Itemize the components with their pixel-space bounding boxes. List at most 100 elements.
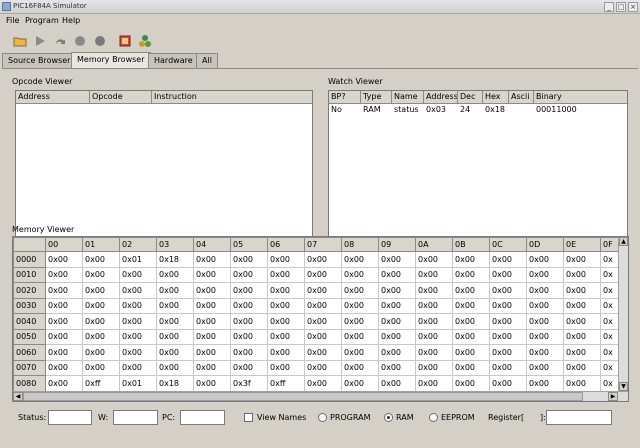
memory-cell[interactable]: 0x00 xyxy=(156,359,194,376)
column-header[interactable]: Opcode xyxy=(90,91,152,104)
menu-help[interactable]: Help xyxy=(62,16,80,25)
memory-cell[interactable]: 0x00 xyxy=(156,297,194,314)
reset-button[interactable] xyxy=(92,33,107,48)
memory-cell[interactable]: 0x00 xyxy=(452,282,490,299)
memory-cell[interactable]: 0x00 xyxy=(82,344,120,361)
column-header[interactable]: Address xyxy=(16,91,90,104)
memory-cell[interactable]: 0x00 xyxy=(45,344,83,361)
memory-cell[interactable]: 0x00 xyxy=(82,328,120,345)
memory-cell[interactable]: 0x00 xyxy=(156,313,194,330)
column-header[interactable]: Binary xyxy=(534,91,627,104)
memory-cell[interactable]: 0x00 xyxy=(119,297,157,314)
column-header[interactable]: Type xyxy=(361,91,392,104)
memory-cell[interactable]: 0x00 xyxy=(82,359,120,376)
memory-cell[interactable]: 0x00 xyxy=(267,251,305,268)
memory-cell[interactable]: 0x00 xyxy=(45,328,83,345)
memory-cell[interactable]: 0x18 xyxy=(156,251,194,268)
memory-cell[interactable]: 0x00 xyxy=(526,266,564,283)
column-header[interactable]: 09 xyxy=(378,237,416,252)
memory-cell[interactable]: 0x00 xyxy=(119,282,157,299)
column-header[interactable]: Address xyxy=(424,91,458,104)
memory-cell[interactable]: 0x00 xyxy=(304,282,342,299)
memory-cell[interactable]: 0x00 xyxy=(45,297,83,314)
table-row[interactable]: 0060 0x00 0x00 0x00 0x00 0x00 0x00 0x00 0x00 0x00… xyxy=(13,344,624,361)
column-header[interactable]: Name xyxy=(392,91,424,104)
memory-cell[interactable]: 0x00 xyxy=(526,313,564,330)
memory-vertical-scrollbar[interactable]: ▲ ▼ xyxy=(618,237,628,391)
memory-cell[interactable]: 0x00 xyxy=(489,359,527,376)
memory-cell[interactable]: 0x00 xyxy=(267,282,305,299)
memory-cell[interactable]: 0x00 xyxy=(304,313,342,330)
memory-cell[interactable]: 0x00 xyxy=(452,251,490,268)
hardware-button[interactable] xyxy=(137,33,152,48)
memory-cell[interactable]: 0x00 xyxy=(526,251,564,268)
memory-cell[interactable]: 0x00 xyxy=(304,266,342,283)
minimize-button[interactable]: _ xyxy=(604,2,614,12)
menu-file[interactable]: File xyxy=(6,16,19,25)
scroll-up-arrow[interactable]: ▲ xyxy=(619,237,628,246)
memory-cell[interactable]: 0x00 xyxy=(304,328,342,345)
memory-cell[interactable]: 0x00 xyxy=(378,282,416,299)
memory-cell[interactable]: 0x01 xyxy=(119,251,157,268)
memory-cell[interactable]: 0x00 xyxy=(304,297,342,314)
memory-cell[interactable]: 0x00 xyxy=(267,266,305,283)
memory-cell[interactable]: 0x00 xyxy=(415,328,453,345)
column-header[interactable]: BP? xyxy=(329,91,361,104)
memory-cell[interactable]: 0x00 xyxy=(378,251,416,268)
column-header[interactable]: Hex xyxy=(483,91,509,104)
memory-cell[interactable]: 0x00 xyxy=(230,282,268,299)
column-header[interactable]: Instruction xyxy=(152,91,312,104)
memory-cell[interactable]: 0x00 xyxy=(415,359,453,376)
column-header[interactable]: 07 xyxy=(304,237,342,252)
column-header[interactable]: 05 xyxy=(230,237,268,252)
memory-cell[interactable]: 0x00 xyxy=(452,328,490,345)
memory-cell[interactable]: 0x00 xyxy=(341,282,379,299)
table-row[interactable]: 0020 0x00 0x00 0x00 0x00 0x00 0x00 0x00 0x00 0x00… xyxy=(13,282,624,299)
memory-cell[interactable]: 0x00 xyxy=(267,313,305,330)
scroll-down-arrow[interactable]: ▼ xyxy=(619,382,628,391)
memory-cell[interactable]: 0x00 xyxy=(193,375,231,392)
memory-cell[interactable]: 0x00 xyxy=(563,344,601,361)
memory-cell[interactable]: 0x00 xyxy=(341,344,379,361)
column-header[interactable]: 0E xyxy=(563,237,601,252)
memory-cell[interactable]: 0x00 xyxy=(45,375,83,392)
memory-cell[interactable]: 0x00 xyxy=(119,266,157,283)
memory-cell[interactable]: 0x00 xyxy=(230,297,268,314)
memory-cell[interactable]: 0x00 xyxy=(156,328,194,345)
memory-cell[interactable]: 0x00 xyxy=(82,282,120,299)
memory-cell[interactable]: 0x00 xyxy=(82,297,120,314)
column-header[interactable]: 0D xyxy=(526,237,564,252)
memory-cell[interactable]: 0x00 xyxy=(378,266,416,283)
memory-cell[interactable]: 0x00 xyxy=(82,251,120,268)
memory-cell[interactable]: 0x00 xyxy=(563,375,601,392)
memory-cell[interactable]: 0x00 xyxy=(119,359,157,376)
w-register-field[interactable] xyxy=(113,410,158,425)
scroll-right-arrow[interactable]: ▶ xyxy=(608,392,618,401)
memory-cell[interactable]: 0x00 xyxy=(341,297,379,314)
memory-cell[interactable]: 0x00 xyxy=(489,344,527,361)
tab-memory-browser[interactable]: Memory Browser xyxy=(71,52,151,68)
table-row[interactable]: No RAM status 0x03 24 0x18 00011000 xyxy=(329,104,627,116)
memory-cell[interactable]: 0x00 xyxy=(378,359,416,376)
table-row[interactable]: 0000 0x00 0x00 0x01 0x18 0x00 0x00 0x00 0x00 0x00… xyxy=(13,251,624,268)
memory-cell[interactable]: 0x00 xyxy=(489,328,527,345)
column-header[interactable]: 04 xyxy=(193,237,231,252)
memory-cell[interactable]: 0x00 xyxy=(526,282,564,299)
program-radio[interactable] xyxy=(318,413,327,422)
column-header[interactable]: Ascii xyxy=(509,91,534,104)
column-header[interactable]: Dec xyxy=(458,91,483,104)
memory-cell[interactable]: 0x00 xyxy=(193,282,231,299)
memory-cell[interactable]: 0x3f xyxy=(230,375,268,392)
memory-cell[interactable]: 0x00 xyxy=(452,266,490,283)
column-header[interactable]: 01 xyxy=(82,237,120,252)
column-header[interactable]: 08 xyxy=(341,237,379,252)
memory-cell[interactable]: 0x00 xyxy=(378,297,416,314)
column-header[interactable]: 06 xyxy=(267,237,305,252)
open-folder-button[interactable] xyxy=(12,33,27,48)
memory-grid[interactable]: 00 01 02 03 04 05 06 07 08 09 0A 0B 0C 0D 0E 0F 0000 0x00… xyxy=(13,237,624,401)
pc-field[interactable] xyxy=(180,410,225,425)
memory-cell[interactable]: 0x00 xyxy=(45,359,83,376)
memory-cell[interactable]: 0x00 xyxy=(304,375,342,392)
memory-cell[interactable]: 0x00 xyxy=(415,266,453,283)
memory-cell[interactable]: 0x00 xyxy=(452,297,490,314)
